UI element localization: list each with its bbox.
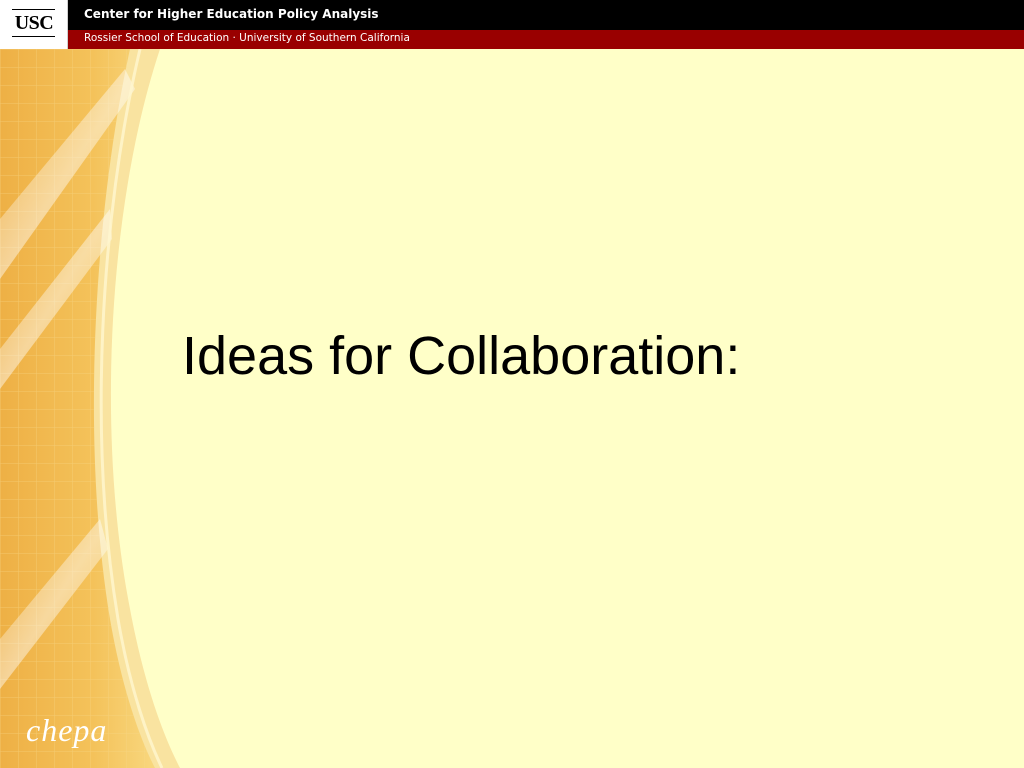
usc-logo: USC bbox=[0, 0, 68, 49]
slide-header: USC Center for Higher Education Policy A… bbox=[0, 0, 1024, 49]
logo-bottom-rule bbox=[12, 36, 55, 37]
decorative-side-panel bbox=[0, 49, 180, 768]
org-subtitle: Rossier School of Education · University… bbox=[84, 32, 410, 44]
slide-title: Ideas for Collaboration: bbox=[182, 326, 741, 386]
org-title: Center for Higher Education Policy Analy… bbox=[84, 7, 379, 21]
usc-logo-text: USC bbox=[14, 12, 54, 34]
chepa-logo: chepa bbox=[26, 712, 108, 748]
logo-top-rule bbox=[12, 9, 55, 10]
